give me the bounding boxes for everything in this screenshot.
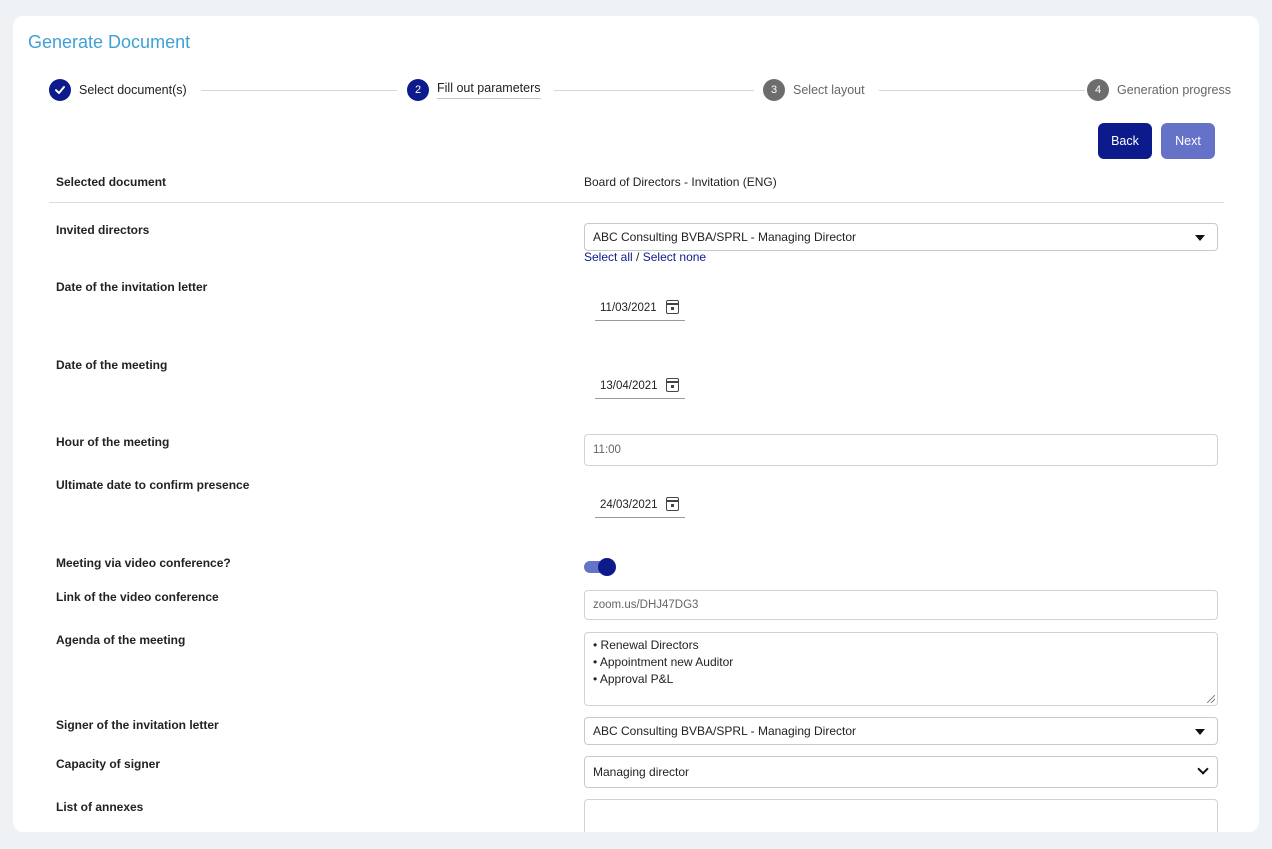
caret-down-icon: [1195, 235, 1205, 241]
link-separator: /: [632, 250, 643, 264]
step-connector: [879, 90, 1085, 91]
step-fill-parameters[interactable]: 2 Fill out parameters: [407, 78, 541, 102]
chevron-down-icon: [1197, 763, 1209, 775]
step-generation-progress[interactable]: 4 Generation progress: [1087, 78, 1231, 102]
divider: [49, 202, 1224, 203]
meeting-date-field[interactable]: 13/04/2021: [595, 373, 685, 399]
capacity-label: Capacity of signer: [56, 757, 161, 771]
signer-select[interactable]: ABC Consulting BVBA/SPRL - Managing Dire…: [584, 717, 1218, 745]
check-icon: [49, 79, 71, 101]
step-select-documents[interactable]: Select document(s): [49, 78, 187, 102]
agenda-label: Agenda of the meeting: [56, 633, 186, 647]
invitation-date-value: 11/03/2021: [600, 301, 657, 314]
step-number: 2: [407, 79, 429, 101]
caret-down-icon: [1195, 729, 1205, 735]
invitation-date-label: Date of the invitation letter: [56, 280, 208, 294]
invitation-date-field[interactable]: 11/03/2021: [595, 295, 685, 321]
step-connector: [201, 90, 397, 91]
invited-directors-label: Invited directors: [56, 223, 150, 237]
step-label: Fill out parameters: [437, 81, 541, 99]
confirm-date-label: Ultimate date to confirm presence: [56, 478, 250, 492]
toggle-knob: [598, 558, 616, 576]
video-link-value: zoom.us/DHJ47DG3: [593, 599, 699, 611]
agenda-textarea[interactable]: • Renewal Directors • Appointment new Au…: [584, 632, 1218, 706]
confirm-date-value: 24/03/2021: [600, 498, 658, 511]
calendar-icon[interactable]: [666, 300, 679, 314]
video-conference-label: Meeting via video conference?: [56, 556, 231, 570]
confirm-date-field[interactable]: 24/03/2021: [595, 492, 685, 518]
video-conference-toggle[interactable]: [584, 558, 618, 576]
stepper: Select document(s) 2 Fill out parameters…: [49, 78, 1231, 108]
back-button[interactable]: Back: [1098, 123, 1152, 159]
step-label: Select layout: [793, 83, 865, 97]
selected-document-label: Selected document: [56, 175, 167, 189]
step-label: Select document(s): [79, 83, 187, 97]
meeting-date-value: 13/04/2021: [600, 379, 658, 392]
meeting-date-label: Date of the meeting: [56, 358, 168, 372]
agenda-item: • Renewal Directors: [593, 638, 699, 652]
next-button[interactable]: Next: [1161, 123, 1215, 159]
step-number: 3: [763, 79, 785, 101]
calendar-icon[interactable]: [666, 378, 679, 392]
calendar-icon[interactable]: [666, 497, 679, 511]
invited-directors-value: ABC Consulting BVBA/SPRL - Managing Dire…: [593, 230, 857, 244]
capacity-select[interactable]: Managing director: [584, 756, 1218, 788]
signer-label: Signer of the invitation letter: [56, 718, 219, 732]
meeting-hour-value: 11:00: [593, 444, 621, 456]
select-none-link[interactable]: Select none: [643, 250, 706, 264]
agenda-item: • Appointment new Auditor: [593, 655, 734, 669]
selected-document-value: Board of Directors - Invitation (ENG): [584, 175, 777, 189]
select-links: Select all / Select none: [584, 250, 706, 264]
step-number: 4: [1087, 79, 1109, 101]
annexes-label: List of annexes: [56, 800, 144, 814]
page-title: Generate Document: [28, 32, 191, 52]
step-label: Generation progress: [1117, 83, 1231, 97]
signer-value: ABC Consulting BVBA/SPRL - Managing Dire…: [593, 724, 857, 738]
annexes-textarea[interactable]: [584, 799, 1218, 832]
meeting-hour-label: Hour of the meeting: [56, 435, 170, 449]
agenda-item: • Approval P&L: [593, 672, 674, 686]
generate-document-card: Generate Document Select document(s) 2 F…: [13, 16, 1259, 832]
step-connector: [554, 90, 754, 91]
capacity-value: Managing director: [593, 765, 690, 779]
invited-directors-select[interactable]: ABC Consulting BVBA/SPRL - Managing Dire…: [584, 223, 1218, 251]
step-select-layout[interactable]: 3 Select layout: [763, 78, 865, 102]
video-link-input[interactable]: zoom.us/DHJ47DG3: [584, 590, 1218, 620]
video-link-label: Link of the video conference: [56, 590, 219, 604]
resize-handle-icon[interactable]: [1207, 695, 1215, 703]
select-all-link[interactable]: Select all: [584, 250, 633, 264]
meeting-hour-input[interactable]: 11:00: [584, 434, 1218, 466]
